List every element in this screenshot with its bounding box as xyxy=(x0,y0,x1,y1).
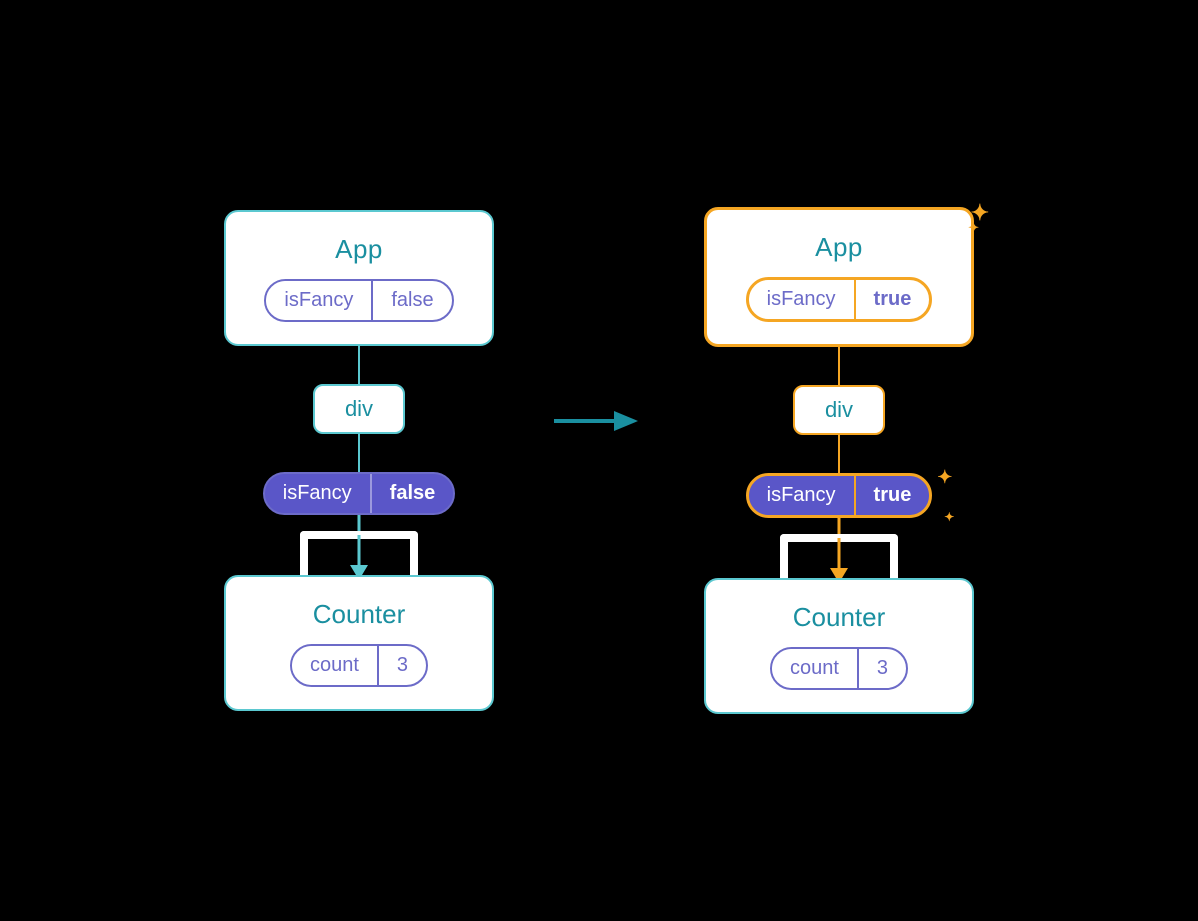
arrow-between xyxy=(554,399,644,443)
sparkle-pill-tr: ✦ xyxy=(937,467,952,488)
diagram-container: App isFancy false div isFancy false xyxy=(0,0,1198,921)
left-connector-1 xyxy=(358,346,360,384)
left-counter-prop-pill: count 3 xyxy=(290,644,428,687)
left-app-title: App xyxy=(335,234,383,265)
left-inner-prop-value: false xyxy=(372,474,454,513)
right-inner-prop-value: true xyxy=(856,476,930,515)
left-diagram: App isFancy false div isFancy false xyxy=(224,210,494,711)
right-inner-prop-pill: isFancy true xyxy=(746,473,933,518)
right-connector-1 xyxy=(838,347,840,385)
left-app-prop-pill: isFancy false xyxy=(264,279,453,322)
left-div-box: div xyxy=(313,384,405,434)
left-app-prop-value: false xyxy=(373,281,451,320)
right-counter-prop-name: count xyxy=(772,649,857,688)
left-app-prop-name: isFancy xyxy=(266,281,371,320)
right-app-prop-pill: isFancy true xyxy=(746,277,933,322)
transition-arrow xyxy=(554,399,644,443)
right-inner-prop-wrapper: isFancy true ✦ ✦ xyxy=(746,473,933,518)
left-inner-prop-pill: isFancy false xyxy=(263,472,456,515)
sparkle-pill-br: ✦ xyxy=(944,510,954,524)
left-counter-title: Counter xyxy=(313,599,406,630)
right-app-box: App isFancy true ✦ ✦ xyxy=(704,207,974,347)
right-counter-title: Counter xyxy=(793,602,886,633)
left-counter-prop-value: 3 xyxy=(379,646,426,685)
right-counter-prop-value: 3 xyxy=(859,649,906,688)
right-app-prop-value: true xyxy=(856,280,930,319)
left-counter-box: Counter count 3 xyxy=(224,575,494,711)
right-div-label: div xyxy=(825,397,853,422)
left-fork-connector xyxy=(224,515,494,575)
right-connector-2 xyxy=(838,435,840,473)
left-inner-prop-name: isFancy xyxy=(265,474,370,513)
sparkle-app-sm: ✦ xyxy=(968,220,979,236)
right-fork-connector xyxy=(704,518,974,578)
left-connector-2 xyxy=(358,434,360,472)
left-app-box: App isFancy false xyxy=(224,210,494,346)
right-counter-box: Counter count 3 xyxy=(704,578,974,714)
right-div-box: div xyxy=(793,385,885,435)
right-app-prop-name: isFancy xyxy=(749,280,854,319)
right-app-title: App xyxy=(815,232,863,263)
left-counter-prop-name: count xyxy=(292,646,377,685)
right-counter-prop-pill: count 3 xyxy=(770,647,908,690)
right-diagram: App isFancy true ✦ ✦ div isFancy true xyxy=(704,207,974,714)
left-div-label: div xyxy=(345,396,373,421)
right-inner-prop-name: isFancy xyxy=(749,476,854,515)
